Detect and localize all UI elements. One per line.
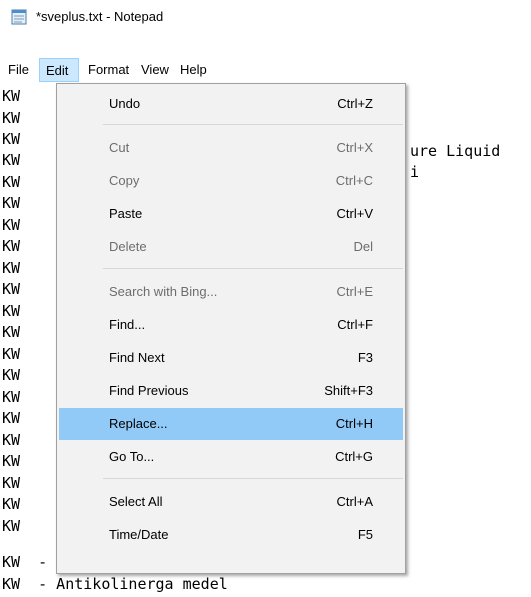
menu-item-label: Cut [109, 140, 130, 155]
editor-line-prefix: KW [2, 474, 21, 492]
editor-line-prefix: KW [2, 517, 21, 535]
menu-item-time-date[interactable]: Time/Date F5 [59, 519, 403, 551]
menu-item-paste[interactable]: Paste Ctrl+V [59, 198, 403, 230]
editor-line-prefix: KW [2, 345, 21, 363]
menu-item-label: Find Next [109, 350, 165, 365]
menu-item-shortcut: Del [353, 239, 373, 254]
editor-line-prefix: KW [2, 173, 21, 191]
menu-item-shortcut: Shift+F3 [324, 383, 373, 398]
menu-item-label: Go To... [109, 449, 155, 464]
menu-item-label: Replace... [109, 416, 168, 431]
menu-bar [0, 34, 531, 82]
menu-item-label: Undo [109, 96, 141, 111]
menu-item-shortcut: Ctrl+H [335, 416, 373, 431]
editor-line-prefix: KW [2, 280, 21, 298]
editor-line-prefix: KW [2, 495, 21, 513]
menu-separator [103, 124, 403, 125]
menu-item-shortcut: F5 [357, 527, 373, 542]
menu-item-shortcut: Ctrl+A [336, 494, 373, 509]
editor-line-fragment: i [410, 163, 420, 181]
editor-line-prefix: KW [2, 409, 21, 427]
menu-item-copy[interactable]: Copy Ctrl+C [59, 165, 403, 197]
menu-item-shortcut: Ctrl+Z [337, 96, 373, 111]
editor-line-prefix: KW [2, 151, 21, 169]
editor-line-prefix: KW [2, 366, 21, 384]
editor-line-prefix: KW [2, 216, 21, 234]
menu-item-label: Search with Bing... [109, 284, 218, 299]
menu-item-cut[interactable]: Cut Ctrl+X [59, 132, 403, 164]
editor-line-prefix: KW [2, 130, 21, 148]
menu-item-search-bing[interactable]: Search with Bing... Ctrl+E [59, 276, 403, 308]
menu-item-find[interactable]: Find... Ctrl+F [59, 309, 403, 341]
menu-item-label: Find... [109, 317, 146, 332]
menu-item-delete[interactable]: Delete Del [59, 231, 403, 263]
menu-item-label: Paste [109, 206, 143, 221]
menu-edit[interactable]: Edit [39, 58, 79, 82]
menu-separator [103, 268, 403, 269]
menu-item-shortcut: F3 [357, 350, 373, 365]
editor-line-prefix: KW [2, 109, 21, 127]
menu-item-undo[interactable]: Undo Ctrl+Z [59, 88, 403, 120]
editor-line-prefix: KW [2, 452, 21, 470]
editor-line-prefix: KW [2, 194, 21, 212]
menu-item-find-next[interactable]: Find Next F3 [59, 342, 403, 374]
menu-item-label: Time/Date [109, 527, 169, 542]
menu-item-find-previous[interactable]: Find Previous Shift+F3 [59, 375, 403, 407]
editor-line-prefix: KW [2, 302, 21, 320]
edit-menu-dropdown: Undo Ctrl+Z Cut Ctrl+X Copy Ctrl+C Paste… [56, 83, 406, 574]
editor-line-prefix: KW [2, 431, 21, 449]
menu-item-label: Find Previous [109, 383, 189, 398]
menu-item-shortcut: Ctrl+X [336, 140, 373, 155]
menu-item-go-to[interactable]: Go To... Ctrl+G [59, 441, 403, 473]
menu-separator [103, 478, 403, 479]
menu-file[interactable]: File [2, 58, 35, 82]
title-bar[interactable]: *sveplus.txt - Notepad [0, 0, 531, 34]
editor-line-fragment: ure Liquid [410, 142, 501, 160]
menu-format[interactable]: Format [82, 58, 135, 82]
menu-item-shortcut: Ctrl+V [336, 206, 373, 221]
menu-item-replace[interactable]: Replace... Ctrl+H [59, 408, 403, 440]
editor-line-prefix: KW [2, 323, 21, 341]
editor-line-prefix: KW [2, 259, 21, 277]
menu-item-label: Delete [109, 239, 147, 254]
menu-item-shortcut: Ctrl+G [335, 449, 373, 464]
editor-line: KW - Antikolinerga medel [2, 575, 228, 593]
window-title: *sveplus.txt - Notepad [36, 9, 164, 24]
editor-line-prefix: KW [2, 237, 21, 255]
menu-item-label: Select All [109, 494, 163, 509]
menu-item-shortcut: Ctrl+F [337, 317, 373, 332]
menu-item-label: Copy [109, 173, 140, 188]
editor-line-prefix: KW [2, 87, 21, 105]
menu-help[interactable]: Help [174, 58, 213, 82]
editor-line-prefix: KW [2, 388, 21, 406]
menu-item-select-all[interactable]: Select All Ctrl+A [59, 486, 403, 518]
menu-view[interactable]: View [135, 58, 175, 82]
menu-item-shortcut: Ctrl+C [335, 173, 373, 188]
menu-item-shortcut: Ctrl+E [336, 284, 373, 299]
notepad-icon [11, 9, 27, 25]
